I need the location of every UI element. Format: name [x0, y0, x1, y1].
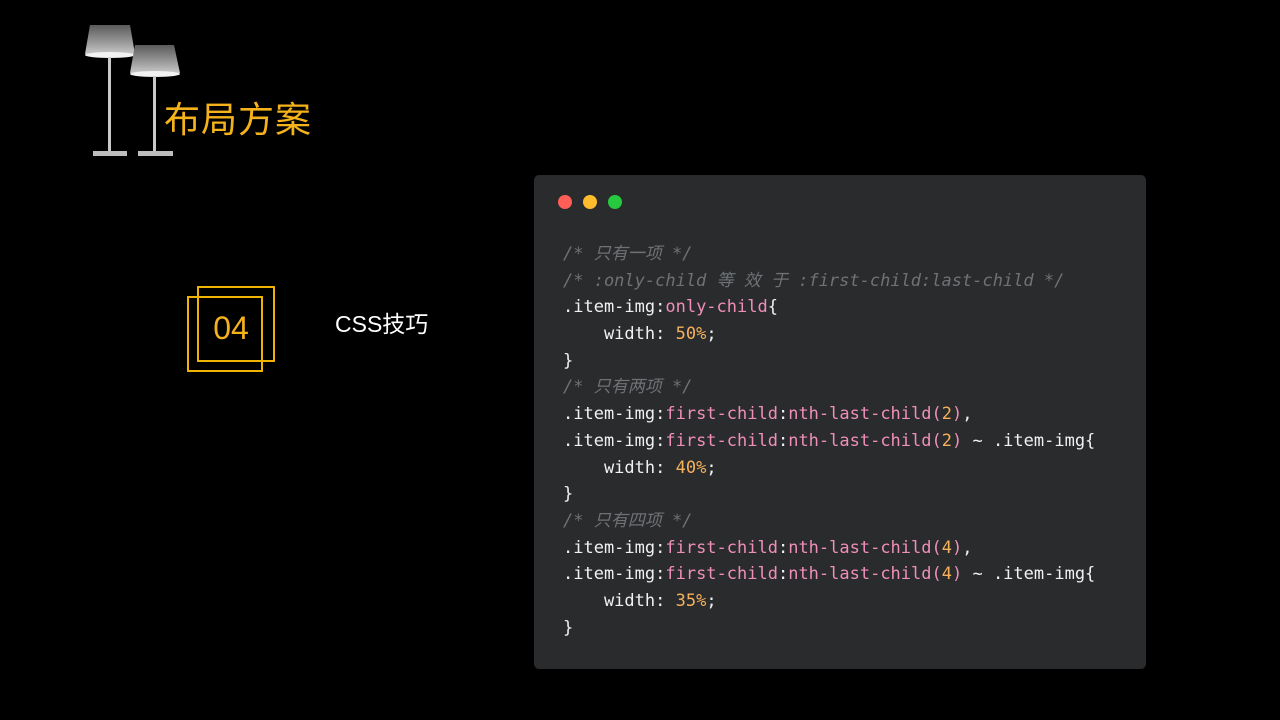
code-token-plain: : — [777, 430, 789, 451]
code-token-comment: /* 只有四项 */ — [563, 510, 693, 531]
code-window: /* 只有一项 */ /* :only-child 等 效 于 :first-ch… — [534, 175, 1146, 669]
code-token-number: 2 — [941, 404, 952, 425]
code-line: } — [563, 481, 1095, 508]
code-token-plain: .item-img: — [563, 564, 666, 585]
code-token-pseudo: first-child — [665, 404, 778, 425]
code-token-comment: /* 只有两项 */ — [563, 377, 693, 398]
code-token-pseudo: nth-last-child( — [788, 564, 942, 585]
code-line: /* 只有两项 */ — [563, 374, 1095, 401]
code-token-number: 40% — [675, 457, 707, 478]
code-token-number: 4 — [941, 564, 952, 585]
code-line: width: 50%; — [563, 321, 1095, 348]
section-label: CSS技巧 — [335, 311, 429, 337]
code-token-plain: ; — [706, 457, 717, 478]
code-token-plain: } — [563, 484, 574, 505]
code-token-plain: width: — [563, 324, 676, 345]
code-token-plain: width: — [563, 457, 676, 478]
code-line: /* 只有四项 */ — [563, 508, 1095, 535]
code-token-plain: , — [962, 537, 973, 558]
code-token-plain: ; — [706, 590, 717, 611]
code-token-pseudo: ) — [951, 404, 963, 425]
code-token-plain: : — [777, 404, 789, 425]
maximize-dot-icon — [608, 195, 622, 209]
code-line: .item-img:first-child:nth-last-child(2), — [563, 401, 1095, 428]
code-token-pseudo: nth-last-child( — [788, 537, 942, 558]
code-line: width: 40%; — [563, 455, 1095, 482]
code-token-pseudo: only-child — [665, 297, 768, 318]
code-token-number: 2 — [941, 430, 952, 451]
close-dot-icon — [558, 195, 572, 209]
code-token-plain: width: — [563, 590, 676, 611]
code-token-plain: : — [777, 564, 789, 585]
code-line: .item-img:only-child{ — [563, 294, 1095, 321]
code-token-number: 35% — [675, 590, 707, 611]
code-token-comment: /* 只有一项 */ — [563, 244, 693, 264]
code-line: .item-img:first-child:nth-last-child(2) … — [563, 428, 1095, 455]
code-line: } — [563, 348, 1095, 375]
code-token-pseudo: first-child — [665, 537, 778, 558]
code-token-plain: , — [962, 404, 973, 425]
section-number: 04 — [213, 310, 249, 346]
code-block: /* 只有一项 */ /* :only-child 等 效 于 :first-ch… — [563, 241, 1095, 641]
code-line: } — [563, 615, 1095, 642]
code-token-pseudo: ) — [951, 430, 963, 451]
code-token-pseudo: ) — [951, 564, 963, 585]
code-token-plain: ~ .item-img{ — [962, 564, 1096, 585]
code-token-plain: .item-img: — [563, 430, 666, 451]
code-token-pseudo: first-child — [665, 564, 778, 585]
code-token-number: 50% — [675, 324, 707, 345]
code-line: .item-img:first-child:nth-last-child(4) … — [563, 561, 1095, 588]
code-token-pseudo: first-child — [665, 430, 778, 451]
code-token-plain: ; — [706, 324, 717, 345]
code-token-comment: /* :only-child 等 效 于 :first-child:last-c… — [563, 270, 1065, 291]
code-token-plain: } — [563, 617, 574, 638]
code-token-plain: } — [563, 350, 574, 371]
code-token-number: 4 — [941, 537, 952, 558]
code-token-pseudo: ) — [951, 537, 963, 558]
minimize-dot-icon — [583, 195, 597, 209]
code-line: width: 35%; — [563, 588, 1095, 615]
code-token-plain: .item-img: — [563, 404, 666, 425]
code-token-plain: .item-img: — [563, 297, 666, 318]
code-token-plain: ~ .item-img{ — [962, 430, 1096, 451]
code-line: /* 只有一项 */ — [563, 241, 1095, 268]
page-title: 布局方案 — [164, 100, 313, 141]
code-line: .item-img:first-child:nth-last-child(4), — [563, 535, 1095, 562]
code-token-pseudo: nth-last-child( — [788, 404, 942, 425]
window-controls — [558, 195, 622, 209]
code-token-plain: : — [777, 537, 789, 558]
code-token-plain: .item-img: — [563, 537, 666, 558]
code-token-plain: { — [767, 297, 778, 318]
code-token-pseudo: nth-last-child( — [788, 430, 942, 451]
code-line: /* :only-child 等 效 于 :first-child:last-c… — [563, 268, 1095, 295]
